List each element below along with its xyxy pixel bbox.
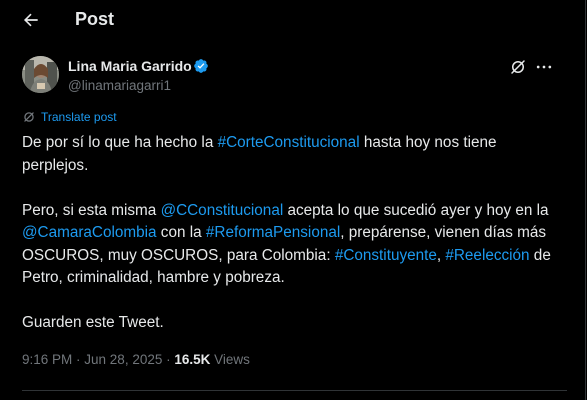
tweet-paragraph-3: Guarden este Tweet.	[22, 312, 567, 335]
arrow-left-icon	[23, 13, 38, 27]
verified-badge-icon	[194, 59, 208, 73]
translate-icon	[24, 112, 34, 122]
hashtag-link[interactable]: #CorteConstitucional	[218, 134, 360, 151]
grok-icon[interactable]	[509, 58, 527, 76]
post-detail-view: Post Lina Maria Garrido @linamariagarri1	[0, 0, 586, 400]
hashtag-link[interactable]: #Reelección	[445, 247, 529, 264]
tweet-paragraph-1: De por sí lo que ha hecho la #CorteConst…	[22, 132, 567, 177]
translate-label: Translate post	[41, 110, 117, 124]
tweet-text-segment: con la	[156, 224, 206, 241]
top-header: Post	[0, 0, 585, 39]
tweet-paragraph-2: Pero, si esta misma @CConstitucional ace…	[22, 200, 567, 290]
divider	[22, 390, 567, 391]
tweet-text: De por sí lo que ha hecho la #CorteConst…	[22, 132, 567, 335]
author-display-name[interactable]: Lina Maria Garrido	[68, 57, 192, 75]
more-horizontal-icon[interactable]	[534, 57, 554, 77]
mention-link[interactable]: @CConstitucional	[161, 202, 284, 219]
back-button[interactable]	[19, 8, 43, 32]
author-handle[interactable]: @linamariagarri1	[68, 77, 171, 95]
mention-link[interactable]: @CamaraColombia	[22, 224, 157, 241]
post-meta: 9:16 PM · Jun 28, 2025 · 16.5K Views	[22, 351, 250, 369]
post-time[interactable]: 9:16 PM	[22, 352, 72, 367]
hashtag-link[interactable]: #ReformaPensional	[206, 224, 340, 241]
meta-separator: ·	[72, 352, 85, 367]
hashtag-link[interactable]: #Constituyente	[335, 247, 437, 264]
tweet-text-segment: Guarden este Tweet.	[22, 314, 164, 331]
meta-separator: ·	[162, 352, 175, 367]
tweet-text-segment: Pero, si esta misma	[22, 201, 161, 219]
translate-post-link[interactable]: Translate post	[22, 109, 117, 125]
page-title: Post	[75, 9, 115, 29]
views-count: 16.5K	[174, 352, 211, 367]
avatar[interactable]	[22, 56, 59, 93]
tweet-text-segment: acepta lo que sucedió ayer y hoy en la	[283, 201, 549, 219]
post-date[interactable]: Jun 28, 2025	[84, 352, 162, 367]
views-label: Views	[210, 352, 250, 367]
tweet-text-segment: De por sí lo que ha hecho la	[22, 134, 218, 151]
